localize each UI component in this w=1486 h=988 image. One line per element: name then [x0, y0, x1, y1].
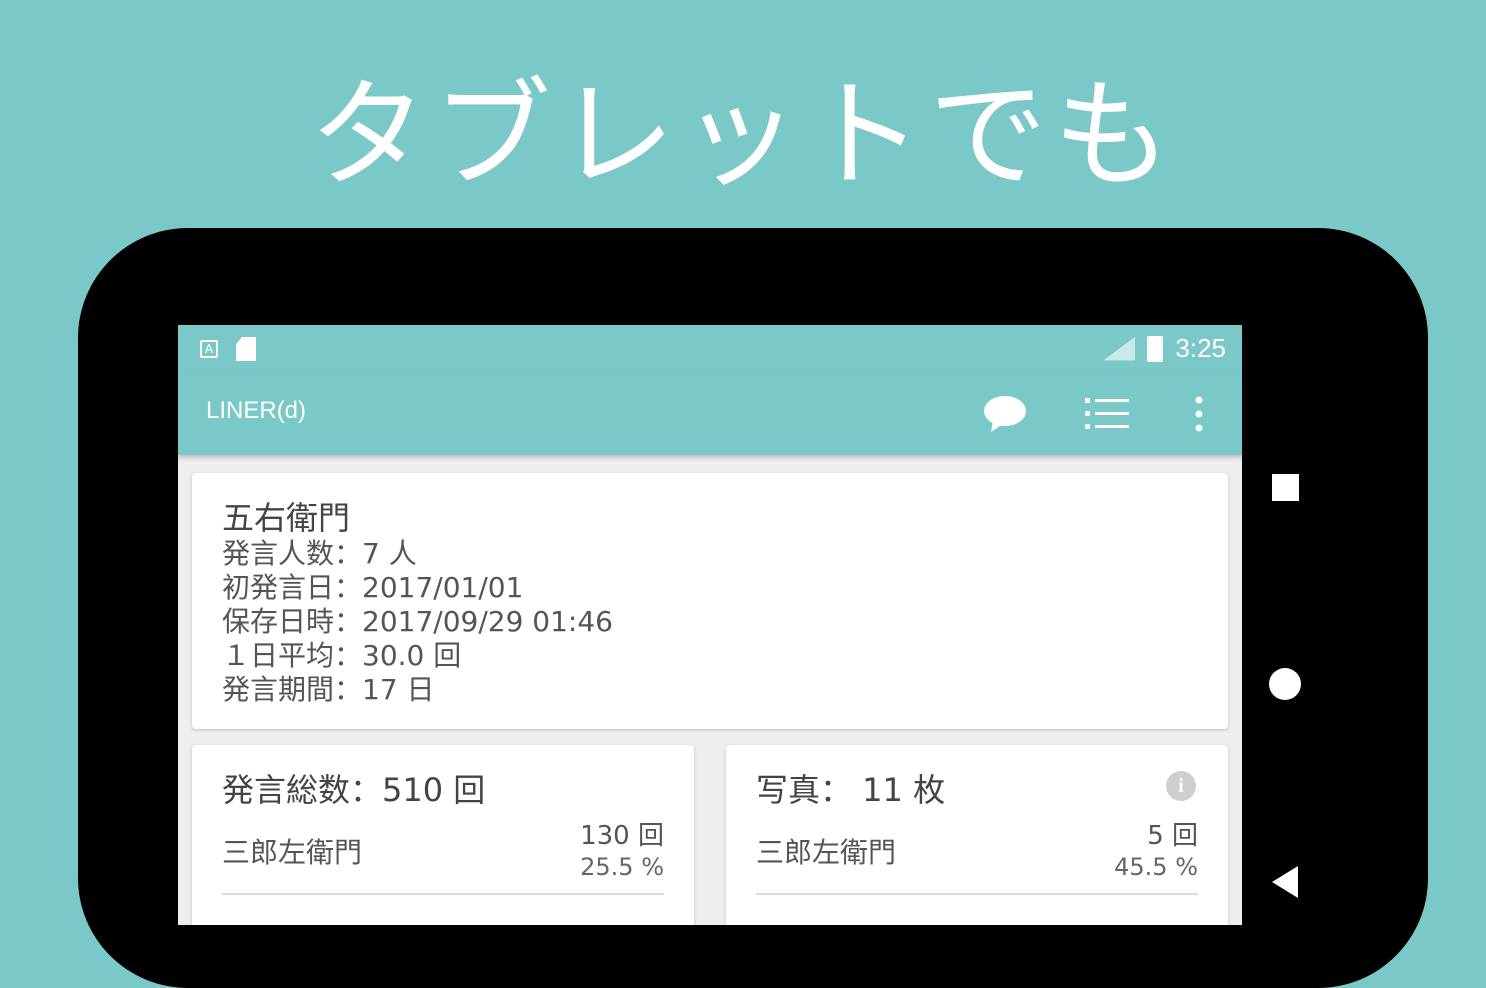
tablet-screen: A 3:25 LINER(d) 五右衛門 発言人数：7 人 初発言日：2017/…	[178, 325, 1242, 925]
app-title: LINER(d)	[206, 397, 307, 424]
messages-top-count: 130 回	[580, 821, 664, 851]
chat-bubble-icon[interactable]	[980, 389, 1030, 439]
status-time: 3:25	[1175, 333, 1226, 363]
battery-icon	[1147, 335, 1164, 362]
photos-top-count: 5 回	[1147, 821, 1198, 851]
summary-line: 保存日時：2017/09/29 01:46	[222, 605, 613, 638]
messages-top-percent: 25.5 %	[580, 853, 664, 881]
info-icon[interactable]: i	[1166, 771, 1196, 801]
group-name: 五右衛門	[222, 499, 351, 537]
photos-top-percent: 45.5 %	[1114, 853, 1198, 881]
divider	[756, 893, 1198, 895]
summary-line: １日平均：30.0 回	[222, 639, 462, 672]
summary-line: 発言期間：17 日	[222, 673, 435, 706]
summary-card[interactable]: 五右衛門 発言人数：7 人 初発言日：2017/01/01 保存日時：2017/…	[192, 473, 1228, 729]
back-button[interactable]	[1272, 866, 1298, 898]
lte-signal-icon	[1103, 336, 1136, 361]
photos-total: 写真： 11 枚	[756, 771, 946, 809]
app-bar: LINER(d)	[178, 373, 1242, 455]
photos-card[interactable]: 写真： 11 枚 i 三郎左衛門 5 回 45.5 %	[726, 745, 1228, 925]
recents-button[interactable]	[1272, 474, 1299, 501]
a-notification-icon: A	[200, 340, 218, 358]
summary-line: 発言人数：7 人	[222, 537, 417, 570]
summary-info: 発言人数：7 人 初発言日：2017/01/01 保存日時：2017/09/29…	[222, 537, 613, 707]
more-vert-icon[interactable]	[1174, 389, 1224, 439]
messages-top-name: 三郎左衛門	[222, 836, 363, 869]
sd-card-icon	[236, 337, 256, 361]
status-bar: A 3:25	[178, 325, 1242, 373]
divider	[222, 893, 664, 895]
photos-top-name: 三郎左衛門	[756, 836, 897, 869]
home-button[interactable]	[1269, 668, 1301, 700]
headline: タブレットでも	[308, 66, 1177, 204]
summary-line: 初発言日：2017/01/01	[222, 571, 524, 604]
messages-total: 発言総数：510 回	[222, 771, 486, 809]
list-icon[interactable]	[1082, 389, 1132, 439]
messages-card[interactable]: 発言総数：510 回 三郎左衛門 130 回 25.5 %	[192, 745, 694, 925]
